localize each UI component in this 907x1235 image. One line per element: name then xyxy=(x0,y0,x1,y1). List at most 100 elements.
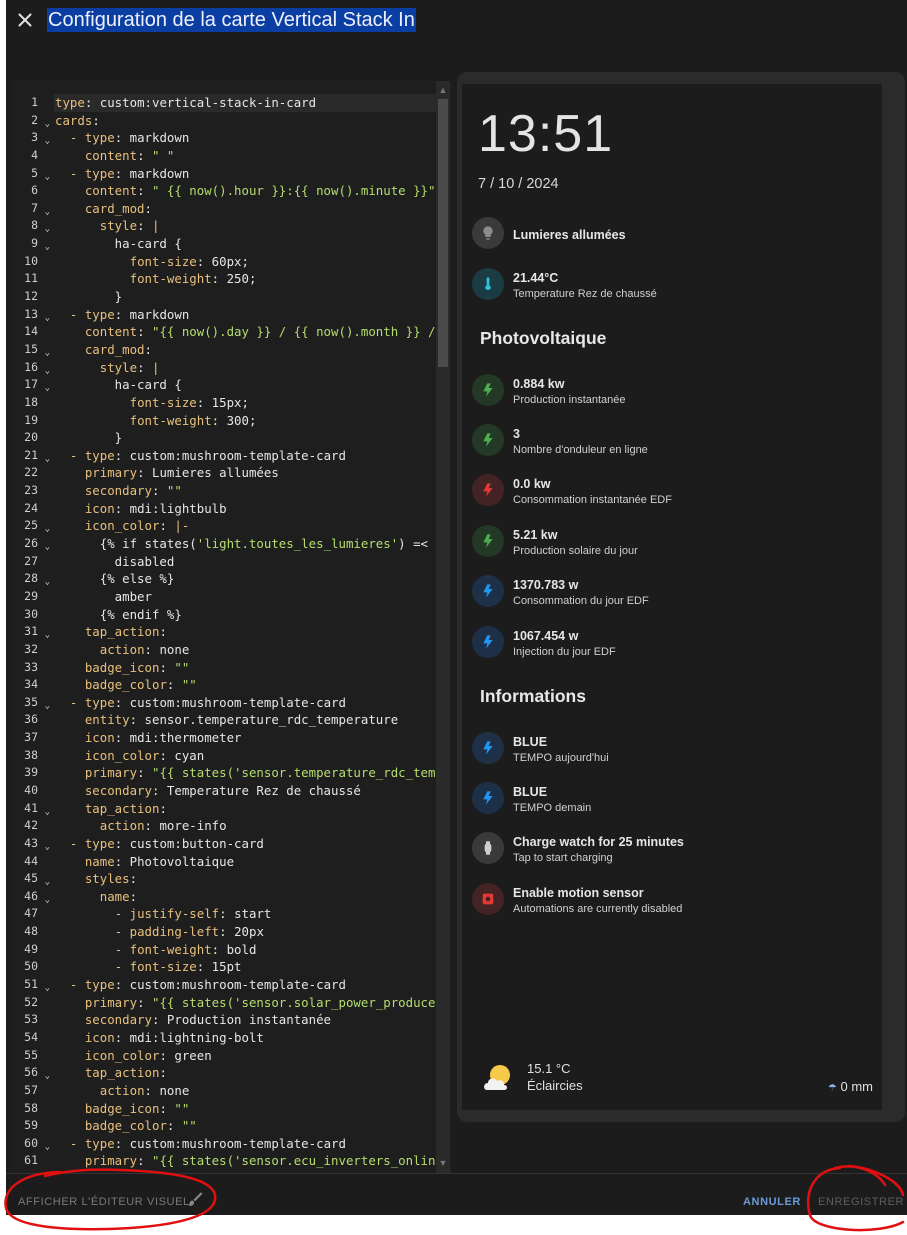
code-line[interactable]: badge_icon: "" xyxy=(55,1100,436,1118)
weather-forecast-card[interactable]: 15.1 °C Éclaircies ☂ 0 mm xyxy=(472,1058,874,1100)
entity-row[interactable]: 3 Nombre d'onduleur en ligne xyxy=(472,420,872,460)
line-number: 6 xyxy=(31,183,38,198)
code-line[interactable]: style: | xyxy=(55,217,436,235)
code-line[interactable]: } xyxy=(55,288,436,306)
entity-row[interactable]: 0.884 kw Production instantanée xyxy=(472,370,872,410)
line-number: 30 xyxy=(24,606,38,621)
watch-icon xyxy=(472,832,504,864)
code-line[interactable]: card_mod: xyxy=(55,341,436,359)
line-number: 55 xyxy=(24,1047,38,1062)
code-line[interactable]: icon_color: cyan xyxy=(55,747,436,765)
entity-row[interactable]: Enable motion sensor Automations are curr… xyxy=(472,879,872,919)
code-content[interactable]: type: custom:vertical-stack-in-card cards… xyxy=(55,94,436,1170)
code-line[interactable]: - type: custom:button-card xyxy=(55,835,436,853)
code-line[interactable]: - type: custom:mushroom-template-card xyxy=(55,976,436,994)
scroll-down-icon[interactable]: ▼ xyxy=(438,1158,448,1168)
entity-row[interactable]: BLUE TEMPO demain xyxy=(472,778,872,818)
cancel-button[interactable]: ANNULER xyxy=(743,1196,801,1208)
paintbrush-icon[interactable] xyxy=(186,1190,204,1208)
code-line[interactable]: {% endif %} xyxy=(55,606,436,624)
scroll-up-icon[interactable]: ▲ xyxy=(438,85,448,95)
code-line[interactable]: disabled xyxy=(55,553,436,571)
entity-primary: 1067.454 w xyxy=(513,629,579,643)
entity-row[interactable]: 1067.454 w Injection du jour EDF xyxy=(472,622,872,662)
code-line[interactable]: entity: sensor.temperature_rdc_temperatu… xyxy=(55,711,436,729)
code-line[interactable]: primary: "{{ states('sensor.solar_power_… xyxy=(55,994,436,1012)
entity-row[interactable]: BLUE TEMPO aujourd'hui xyxy=(472,728,872,768)
code-line[interactable]: styles: xyxy=(55,870,436,888)
code-line[interactable]: - font-weight: bold xyxy=(55,941,436,959)
code-line[interactable]: font-weight: 250; xyxy=(55,270,436,288)
code-line[interactable]: card_mod: xyxy=(55,200,436,218)
code-line[interactable]: content: "{{ now().day }} / {{ now().mon… xyxy=(55,323,436,341)
code-line[interactable]: - padding-left: 20px xyxy=(55,923,436,941)
code-line[interactable]: {% else %} xyxy=(55,570,436,588)
code-line[interactable]: - type: markdown xyxy=(55,306,436,324)
clock-date: 7 / 10 / 2024 xyxy=(478,176,559,192)
code-line[interactable]: - type: custom:mushroom-template-card xyxy=(55,447,436,465)
editor-scrollbar[interactable]: ▲ ▼ xyxy=(436,81,450,1173)
code-line[interactable]: ha-card { xyxy=(55,235,436,253)
code-line[interactable]: secondary: Temperature Rez de chaussé xyxy=(55,782,436,800)
code-line[interactable]: style: | xyxy=(55,359,436,377)
code-line[interactable]: icon_color: green xyxy=(55,1047,436,1065)
code-line[interactable]: action: none xyxy=(55,1082,436,1100)
code-line[interactable]: icon_color: |- xyxy=(55,517,436,535)
code-line[interactable]: icon: mdi:lightning-bolt xyxy=(55,1029,436,1047)
code-line[interactable]: primary: "{{ states('sensor.ecu_inverter… xyxy=(55,1152,436,1170)
code-line[interactable]: font-size: 60px; xyxy=(55,253,436,271)
save-button[interactable]: ENREGISTRER xyxy=(818,1196,904,1208)
code-line[interactable]: content: " {{ now().hour }}:{{ now().min… xyxy=(55,182,436,200)
scrollbar-thumb[interactable] xyxy=(438,99,448,367)
code-line[interactable]: tap_action: xyxy=(55,623,436,641)
entity-row[interactable]: 21.44°C Temperature Rez de chaussé xyxy=(472,264,872,304)
entity-row[interactable]: 5.21 kw Production solaire du jour xyxy=(472,521,872,561)
entity-primary: BLUE xyxy=(513,785,548,799)
code-line[interactable]: badge_color: "" xyxy=(55,676,436,694)
code-line[interactable]: - justify-self: start xyxy=(55,905,436,923)
code-line[interactable]: name: Photovoltaique xyxy=(55,853,436,871)
yaml-code-editor[interactable]: 1 2 ⌄ 3 ⌄ 4 5 ⌄ 6 7 ⌄ 8 ⌄ 9 ⌄ 10 11 12 13 ⌄ 14 15 ⌄ 16 ⌄ 17 ⌄ 18 19 2… xyxy=(10,81,452,1173)
code-line[interactable]: secondary: "" xyxy=(55,482,436,500)
code-line[interactable]: primary: Lumieres allumées xyxy=(55,464,436,482)
code-line[interactable]: - type: markdown xyxy=(55,165,436,183)
code-line[interactable]: font-size: 15px; xyxy=(55,394,436,412)
code-line[interactable]: tap_action: xyxy=(55,1064,436,1082)
code-line[interactable]: - type: custom:mushroom-template-card xyxy=(55,1135,436,1153)
entity-row[interactable]: Lumieres allumées xyxy=(472,213,872,253)
code-line[interactable]: - font-size: 15pt xyxy=(55,958,436,976)
code-line[interactable]: {% if states('light.toutes_les_lumieres'… xyxy=(55,535,436,553)
line-number: 57 xyxy=(24,1082,38,1097)
code-line[interactable]: badge_color: "" xyxy=(55,1117,436,1135)
code-line[interactable]: amber xyxy=(55,588,436,606)
code-line[interactable]: ha-card { xyxy=(55,376,436,394)
code-line[interactable]: type: custom:vertical-stack-in-card xyxy=(55,94,436,112)
code-line[interactable]: cards: xyxy=(55,112,436,130)
entity-secondary: Consommation instantanée EDF xyxy=(513,494,672,506)
code-line[interactable]: icon: mdi:lightbulb xyxy=(55,500,436,518)
lightbulb-icon xyxy=(472,217,504,249)
code-line[interactable]: } xyxy=(55,429,436,447)
code-line[interactable]: action: more-info xyxy=(55,817,436,835)
line-number: 33 xyxy=(24,659,38,674)
code-line[interactable]: - type: markdown xyxy=(55,129,436,147)
code-line[interactable]: - type: custom:mushroom-template-card xyxy=(55,694,436,712)
code-line[interactable]: action: none xyxy=(55,641,436,659)
line-number: 5 ⌄ xyxy=(10,165,54,183)
line-number: 21 ⌄ xyxy=(10,447,54,465)
code-line[interactable]: primary: "{{ states('sensor.temperature_… xyxy=(55,764,436,782)
line-number: 11 xyxy=(24,271,38,286)
entity-row[interactable]: 1370.783 w Consommation du jour EDF xyxy=(472,571,872,611)
entity-row[interactable]: Charge watch for 25 minutes Tap to start … xyxy=(472,828,872,868)
code-line[interactable]: secondary: Production instantanée xyxy=(55,1011,436,1029)
code-line[interactable]: icon: mdi:thermometer xyxy=(55,729,436,747)
code-line[interactable]: badge_icon: "" xyxy=(55,659,436,677)
show-visual-editor-button[interactable]: AFFICHER L'ÉDITEUR VISUEL xyxy=(18,1196,190,1208)
entity-row[interactable]: 0.0 kw Consommation instantanée EDF xyxy=(472,470,872,510)
code-line[interactable]: name: xyxy=(55,888,436,906)
code-line[interactable]: font-weight: 300; xyxy=(55,412,436,430)
line-number: 28 ⌄ xyxy=(10,570,54,588)
code-line[interactable]: content: " " xyxy=(55,147,436,165)
code-line[interactable]: tap_action: xyxy=(55,800,436,818)
close-icon[interactable] xyxy=(14,9,36,31)
